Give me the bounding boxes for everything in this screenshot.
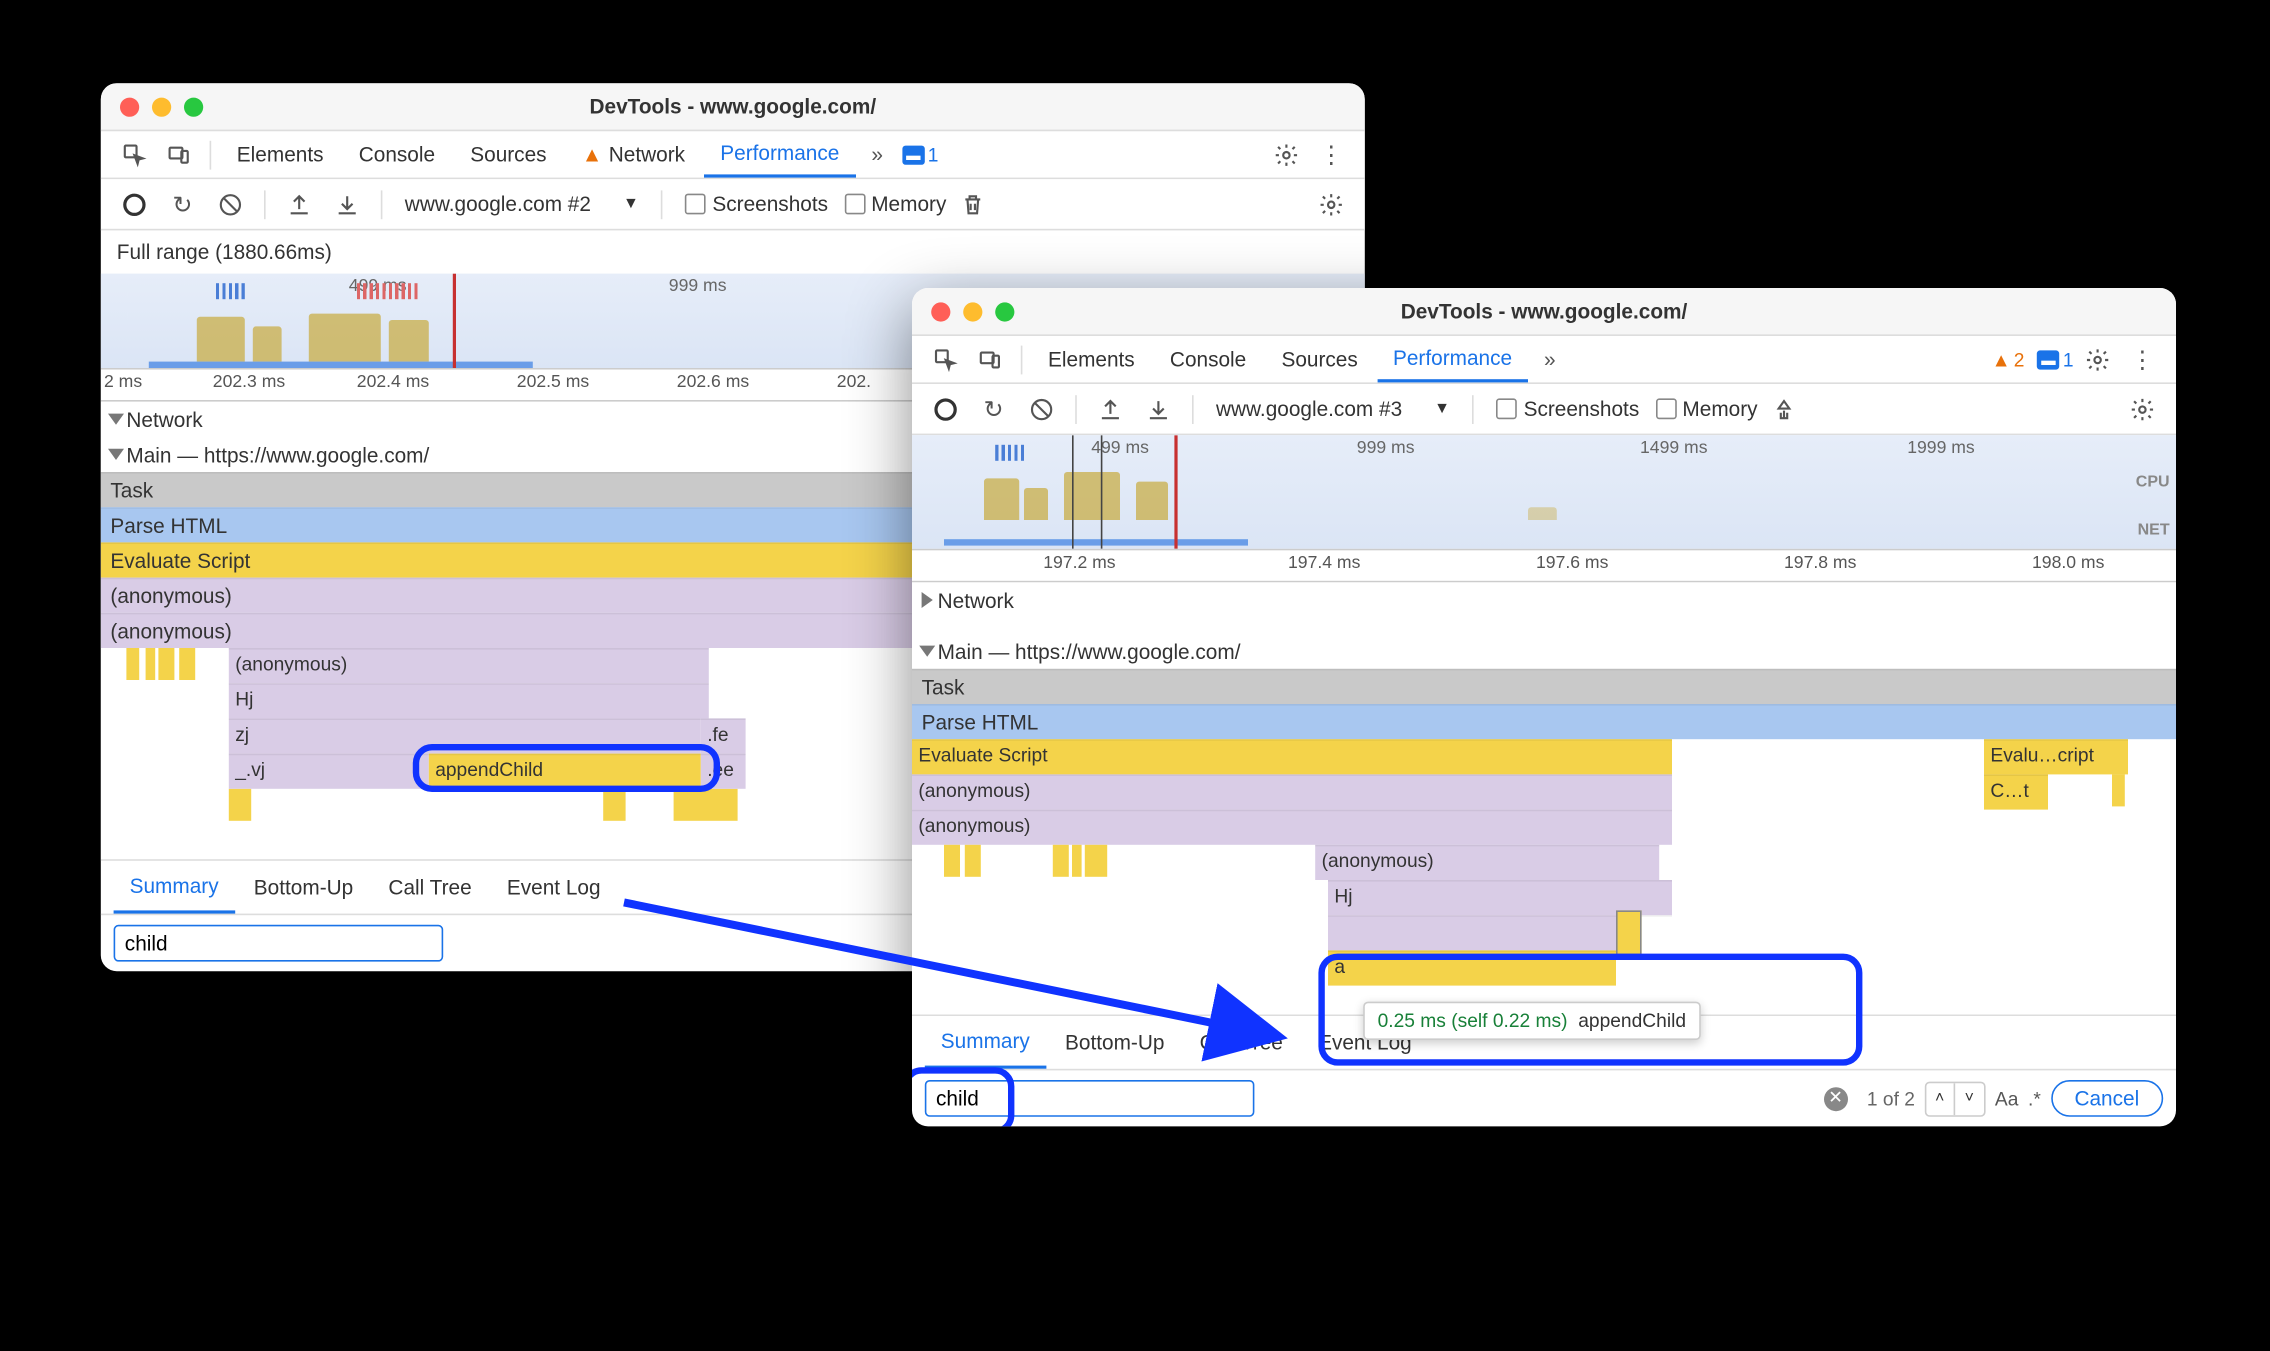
delete-icon[interactable] — [953, 185, 995, 223]
tab-bottom-up[interactable]: Bottom-Up — [1049, 1017, 1180, 1068]
kebab-icon[interactable]: ⋮ — [1310, 135, 1352, 173]
warnings-badge[interactable]: ▲2 — [1992, 348, 2025, 370]
search-result-count: 1 of 2 — [1867, 1087, 1915, 1109]
tab-network[interactable]: ▲Network — [566, 132, 701, 177]
memory-checkbox[interactable]: Memory — [844, 192, 946, 216]
flame-tooltip: 0.25 ms (self 0.22 ms) appendChild — [1363, 1002, 1700, 1040]
clear-button[interactable] — [1021, 390, 1063, 428]
recording-selector[interactable]: www.google.com #2▼ — [395, 189, 648, 219]
gc-icon[interactable] — [1764, 390, 1806, 428]
upload-icon[interactable] — [1090, 390, 1132, 428]
flame-anon[interactable]: (anonymous) — [229, 648, 709, 683]
tooltip-time: 0.25 ms (self 0.22 ms) — [1378, 1010, 1568, 1032]
device-toggle-icon[interactable] — [970, 340, 1012, 378]
tab-elements[interactable]: Elements — [1032, 337, 1151, 382]
record-button[interactable] — [925, 390, 967, 428]
upload-icon[interactable] — [278, 185, 320, 223]
kebab-icon[interactable]: ⋮ — [2122, 340, 2164, 378]
reload-record-button[interactable]: ↻ — [973, 390, 1015, 428]
minimize-icon[interactable] — [963, 302, 982, 321]
inspect-icon[interactable] — [114, 135, 156, 173]
ruler[interactable]: 197.2 ms 197.4 ms 197.6 ms 197.8 ms 198.… — [912, 550, 2176, 582]
more-tabs-icon[interactable]: » — [865, 142, 889, 166]
tab-summary[interactable]: Summary — [925, 1017, 1046, 1068]
highlight-appendchild — [413, 744, 720, 792]
clear-icon[interactable]: ✕ — [1824, 1086, 1848, 1110]
screenshots-checkbox[interactable]: Screenshots — [1496, 397, 1639, 421]
titlebar[interactable]: DevTools - www.google.com/ — [912, 288, 2176, 336]
recording-selector[interactable]: www.google.com #3▼ — [1206, 394, 1459, 424]
tab-performance[interactable]: Performance — [704, 132, 855, 177]
regex-toggle[interactable]: .* — [2028, 1087, 2041, 1109]
settings-icon[interactable] — [2077, 340, 2119, 378]
flame-anon[interactable]: (anonymous) — [912, 810, 1672, 845]
download-icon[interactable] — [1138, 390, 1180, 428]
download-icon[interactable] — [326, 185, 368, 223]
settings-icon[interactable] — [1266, 135, 1308, 173]
search-input[interactable] — [114, 925, 444, 962]
tab-sources[interactable]: Sources — [1265, 337, 1373, 382]
maximize-icon[interactable] — [184, 97, 203, 116]
flame-parse-html[interactable]: Parse HTML — [912, 704, 2176, 739]
devtools-tabbar: Elements Console Sources ▲Network Perfor… — [101, 131, 1365, 179]
capture-settings-icon[interactable] — [2122, 390, 2164, 428]
capture-settings-icon[interactable] — [1310, 185, 1352, 223]
flame-chart[interactable]: Network Main — https://www.google.com/ T… — [912, 582, 2176, 1014]
tab-sources[interactable]: Sources — [454, 132, 562, 177]
flame-task[interactable]: Task — [912, 669, 2176, 704]
issues-badge[interactable]: ▬1 — [2037, 348, 2073, 370]
flame-evaluate-script[interactable]: Evaluate Script — [912, 739, 1672, 774]
flame-zj[interactable] — [1328, 915, 1616, 950]
cancel-button[interactable]: Cancel — [2050, 1080, 2163, 1117]
highlight-search-input — [912, 1067, 1014, 1126]
tab-bottom-up[interactable]: Bottom-Up — [238, 862, 369, 913]
case-sensitive-toggle[interactable]: Aa — [1995, 1087, 2019, 1109]
tooltip-name: appendChild — [1578, 1010, 1686, 1032]
search-bar: ✕ 1 of 2 ˄ ˅ Aa .* Cancel — [912, 1069, 2176, 1127]
range-label: Full range (1880.66ms) — [101, 230, 1365, 273]
tab-call-tree[interactable]: Call Tree — [372, 862, 487, 913]
close-icon[interactable] — [931, 302, 950, 321]
perf-toolbar: ↻ www.google.com #3▼ Screenshots Memory — [912, 384, 2176, 435]
search-next-button[interactable]: ˅ — [1955, 1082, 1984, 1114]
network-row[interactable]: Network — [912, 582, 2176, 617]
tab-call-tree[interactable]: Call Tree — [1184, 1017, 1299, 1068]
flame-ct[interactable]: C…t — [1984, 774, 2048, 809]
tab-console[interactable]: Console — [343, 132, 451, 177]
devtools-tabbar: Elements Console Sources Performance » ▲… — [912, 336, 2176, 384]
overview-chart[interactable]: 499 ms 999 ms 1499 ms 1999 ms CPU NET — [912, 435, 2176, 550]
flame-anon[interactable]: (anonymous) — [1315, 845, 1659, 880]
tab-console[interactable]: Console — [1154, 337, 1262, 382]
memory-checkbox[interactable]: Memory — [1655, 397, 1757, 421]
maximize-icon[interactable] — [995, 302, 1014, 321]
more-tabs-icon[interactable]: » — [1538, 347, 1562, 371]
tab-performance[interactable]: Performance — [1377, 337, 1528, 382]
tab-event-log[interactable]: Event Log — [491, 862, 617, 913]
flame-anon[interactable]: (anonymous) — [912, 774, 1672, 809]
flame-vj[interactable]: _.vj — [229, 754, 429, 789]
inspect-icon[interactable] — [925, 340, 967, 378]
screenshots-checkbox[interactable]: Screenshots — [685, 192, 828, 216]
clear-button[interactable] — [210, 185, 252, 223]
device-toggle-icon[interactable] — [158, 135, 200, 173]
titlebar[interactable]: DevTools - www.google.com/ — [101, 83, 1365, 131]
reload-record-button[interactable]: ↻ — [162, 185, 204, 223]
close-icon[interactable] — [120, 97, 139, 116]
tab-summary[interactable]: Summary — [114, 862, 235, 913]
tab-elements[interactable]: Elements — [221, 132, 340, 177]
flame-evaluate-script[interactable]: Evalu…cript — [1984, 739, 2128, 774]
window-title: DevTools - www.google.com/ — [101, 94, 1365, 118]
minimize-icon[interactable] — [152, 97, 171, 116]
perf-toolbar: ↻ www.google.com #2▼ Screenshots Memory — [101, 179, 1365, 230]
main-row[interactable]: Main — https://www.google.com/ — [912, 634, 2176, 669]
flame-hj[interactable]: Hj — [229, 683, 709, 718]
devtools-window-2: DevTools - www.google.com/ Elements Cons… — [912, 288, 2176, 1126]
record-button[interactable] — [114, 185, 156, 223]
search-prev-button[interactable]: ˄ — [1926, 1082, 1955, 1114]
window-title: DevTools - www.google.com/ — [912, 299, 2176, 323]
issues-badge[interactable]: ▬1 — [902, 143, 938, 165]
search-nav: ˄ ˅ — [1925, 1081, 1986, 1116]
